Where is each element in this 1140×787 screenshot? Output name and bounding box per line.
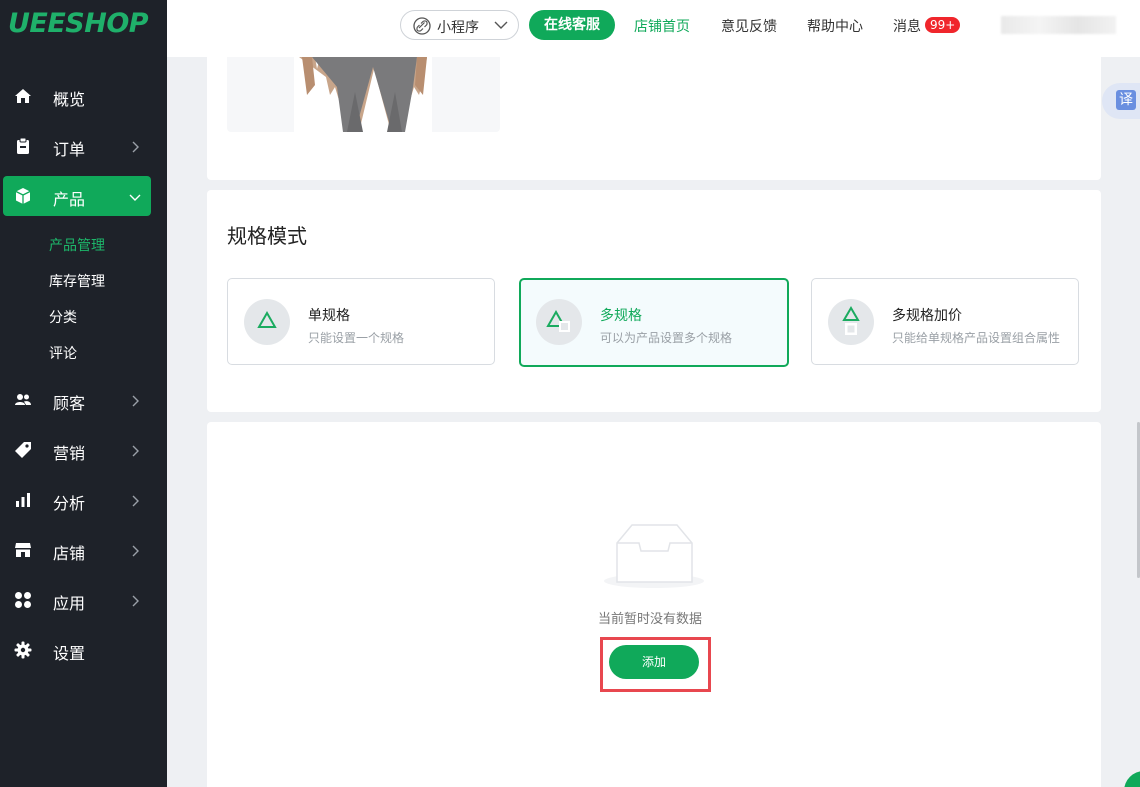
translate-button[interactable]: 译 bbox=[1102, 83, 1140, 119]
empty-box-icon bbox=[601, 522, 707, 592]
user-account-blurred[interactable] bbox=[1001, 16, 1116, 34]
tag-icon bbox=[14, 441, 32, 459]
sidebar-item-label: 概览 bbox=[53, 90, 86, 109]
sidebar-item-label: 设置 bbox=[53, 644, 86, 663]
chevron-right-icon bbox=[129, 139, 141, 153]
bar-chart-icon bbox=[14, 491, 32, 509]
triangle-icon bbox=[244, 299, 290, 345]
link-icon bbox=[413, 17, 431, 39]
store-home-link[interactable]: 店铺首页 bbox=[634, 16, 690, 36]
store-icon bbox=[14, 541, 32, 559]
sidebar-item-label: 店铺 bbox=[53, 544, 86, 563]
chevron-right-icon bbox=[129, 393, 141, 407]
spec-option-multi-price[interactable]: 多规格加价 只能给单规格产品设置组合属性 bbox=[811, 278, 1079, 365]
sidebar-item-apps[interactable]: 应用 bbox=[0, 580, 167, 620]
home-icon bbox=[14, 87, 32, 105]
gear-icon bbox=[14, 641, 32, 659]
chevron-down-icon bbox=[494, 19, 508, 35]
spec-option-title: 多规格加价 bbox=[892, 308, 962, 324]
triangle-icon bbox=[536, 299, 582, 345]
sidebar-item-customers[interactable]: 顾客 bbox=[0, 380, 167, 420]
spec-option-desc: 只能设置一个规格 bbox=[308, 331, 405, 345]
sidebar: UEESHOP 概览 订单 产品 产品管理 库存管理 分类 评论 顾客 营销 分… bbox=[0, 0, 167, 787]
spec-option-title: 单规格 bbox=[308, 308, 350, 324]
sidebar-item-marketing[interactable]: 营销 bbox=[0, 430, 167, 470]
sidebar-item-settings[interactable]: 设置 bbox=[0, 630, 167, 670]
sidebar-item-label: 顾客 bbox=[53, 394, 86, 413]
chevron-right-icon bbox=[129, 443, 141, 457]
triangle-icon bbox=[828, 299, 874, 345]
spec-option-single[interactable]: 单规格 只能设置一个规格 bbox=[227, 278, 495, 365]
users-icon bbox=[14, 391, 32, 409]
sidebar-item-label: 产品 bbox=[53, 190, 86, 209]
mini-program-label: 小程序 bbox=[437, 20, 479, 36]
apps-icon bbox=[14, 591, 32, 609]
clipboard-icon bbox=[14, 137, 32, 155]
chat-bubble-button[interactable] bbox=[1124, 771, 1140, 787]
sidebar-sub-category[interactable]: 分类 bbox=[49, 307, 77, 327]
empty-state-text: 当前暂时没有数据 bbox=[598, 612, 703, 627]
chevron-right-icon bbox=[129, 543, 141, 557]
sidebar-sub-product-management[interactable]: 产品管理 bbox=[49, 235, 105, 255]
logo[interactable]: UEESHOP bbox=[8, 8, 149, 42]
help-center-link[interactable]: 帮助中心 bbox=[807, 16, 863, 36]
spec-option-desc: 只能给单规格产品设置组合属性 bbox=[892, 331, 1061, 345]
sidebar-item-label: 营销 bbox=[53, 444, 86, 463]
sidebar-item-label: 分析 bbox=[53, 494, 86, 513]
sidebar-sub-reviews[interactable]: 评论 bbox=[49, 343, 77, 363]
spec-mode-title: 规格模式 bbox=[227, 224, 307, 248]
message-count-badge: 99+ bbox=[925, 17, 961, 33]
messages-link[interactable]: 消息 bbox=[893, 16, 921, 36]
sidebar-item-analytics[interactable]: 分析 bbox=[0, 480, 167, 520]
sidebar-item-overview[interactable]: 概览 bbox=[0, 76, 167, 116]
mini-program-select[interactable]: 小程序 bbox=[400, 10, 519, 40]
sidebar-item-label: 订单 bbox=[53, 140, 86, 159]
translate-label: 译 bbox=[1116, 90, 1136, 110]
sidebar-item-orders[interactable]: 订单 bbox=[0, 126, 167, 166]
chevron-right-icon bbox=[129, 493, 141, 507]
sidebar-sub-inventory[interactable]: 库存管理 bbox=[49, 271, 105, 291]
sidebar-item-label: 应用 bbox=[53, 594, 86, 613]
product-image[interactable] bbox=[227, 57, 500, 132]
online-service-button[interactable]: 在线客服 bbox=[529, 10, 615, 40]
sidebar-item-store[interactable]: 店铺 bbox=[0, 530, 167, 570]
chevron-down-icon bbox=[129, 189, 141, 203]
feedback-link[interactable]: 意见反馈 bbox=[721, 16, 777, 36]
chevron-right-icon bbox=[129, 593, 141, 607]
spec-option-multi[interactable]: 多规格 可以为产品设置多个规格 bbox=[519, 278, 789, 367]
spec-option-title: 多规格 bbox=[600, 308, 642, 324]
sidebar-item-products[interactable]: 产品 bbox=[3, 176, 151, 216]
spec-option-desc: 可以为产品设置多个规格 bbox=[600, 331, 733, 345]
add-button[interactable]: 添加 bbox=[609, 645, 699, 679]
box-icon bbox=[14, 187, 32, 205]
spec-list-card bbox=[207, 422, 1101, 787]
